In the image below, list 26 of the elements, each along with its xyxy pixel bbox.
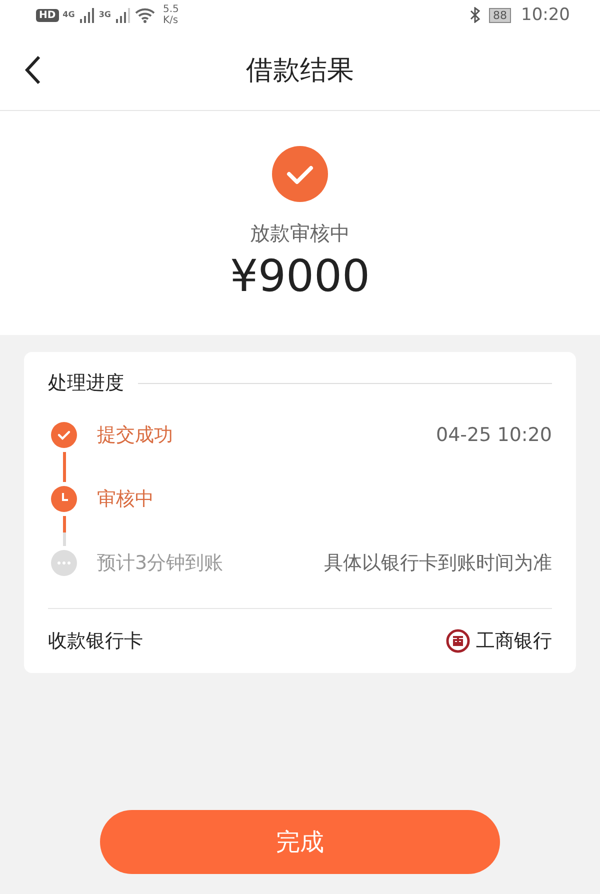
speed-unit: K/s [162,15,179,26]
step-label: 审核中 [97,487,154,512]
back-icon[interactable] [24,55,42,85]
section-title: 处理进度 [48,371,124,396]
step-note: 具体以银行卡到账时间为准 [324,551,552,576]
bluetooth-icon [469,7,481,23]
step-note: 04-25 10:20 [436,424,552,446]
step-label: 预计3分钟到账 [97,551,224,576]
status-text: 放款审核中 [250,220,350,247]
check-circle-icon [272,146,328,202]
page-title: 借款结果 [246,54,354,88]
amount: ¥9000 [230,251,370,302]
battery-icon: 88 [489,8,511,22]
bank-logo-icon [446,629,470,653]
step-label: 提交成功 [97,423,173,448]
wifi-icon [134,7,155,23]
speed-value: 5.5 [162,4,179,15]
bank-name: 工商银行 [476,629,552,654]
network-label: 4G [62,10,75,19]
done-button[interactable]: 完成 [100,810,500,874]
clock: 10:20 [521,5,570,25]
bank-card-label: 收款银行卡 [48,629,143,654]
hd-badge: HD [36,8,59,22]
signal-icon [114,7,131,23]
network-label: 3G [98,10,111,19]
signal-icon [78,7,95,23]
